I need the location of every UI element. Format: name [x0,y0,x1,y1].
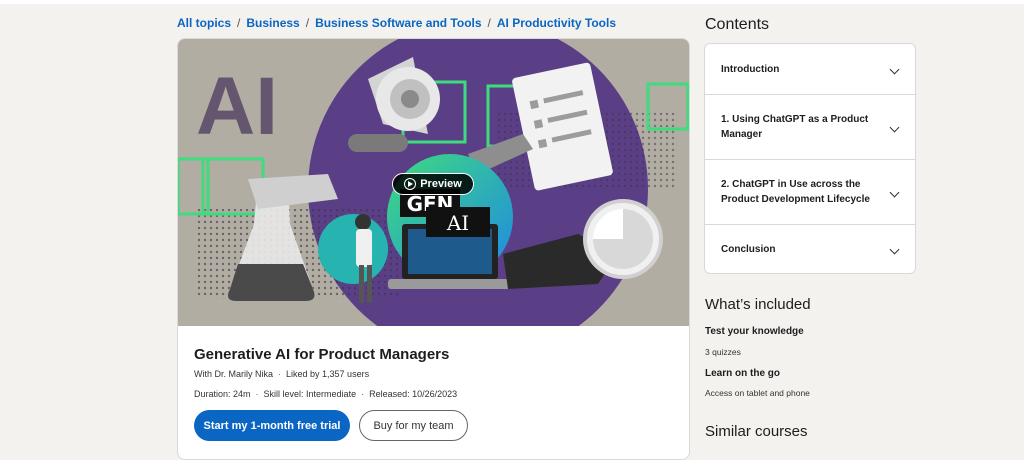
included-item-title: Test your knowledge [705,326,804,337]
included-item-sub: Access on tablet and phone [705,388,810,398]
meta-separator: · [255,389,259,399]
chevron-down-icon [889,244,900,254]
meta-separator: · [361,389,365,399]
breadcrumb-business-software[interactable]: Business Software and Tools [315,16,481,30]
top-bar [0,0,1024,4]
toc-item-chapter-2[interactable]: 2. ChatGPT in Use across the Product Dev… [705,160,915,225]
included-item-title: Learn on the go [705,368,780,379]
similar-courses-heading: Similar courses [705,423,808,440]
start-trial-button[interactable]: Start my 1-month free trial [194,410,350,441]
buy-for-team-button[interactable]: Buy for my team [359,410,468,441]
meta-separator: · [278,369,282,379]
play-icon [404,178,417,190]
course-hero-image[interactable]: AI GEN AI Preview [178,39,689,326]
preview-button[interactable]: Preview [392,173,474,195]
chevron-down-icon [889,122,900,132]
breadcrumb-ai-productivity[interactable]: AI Productivity Tools [497,16,616,30]
duration: Duration: 24m [194,389,251,399]
course-meta-instructor: With Dr. Marily Nika · Liked by 1,357 us… [194,369,369,379]
included-item-sub: 3 quizzes [705,347,741,357]
likes-count: Liked by 1,357 users [286,369,370,379]
toc-item-chapter-1[interactable]: 1. Using ChatGPT as a Product Manager [705,95,915,160]
whats-included-heading: What’s included [705,296,811,313]
preview-label: Preview [420,178,462,190]
contents-heading: Contents [705,16,770,33]
toc-item-label: 1. Using ChatGPT as a Product Manager [721,114,869,140]
instructor-link[interactable]: With Dr. Marily Nika [194,369,273,379]
toc-item-label: Introduction [721,63,780,75]
chevron-down-icon [889,187,900,197]
course-card: AI GEN AI Preview Generative AI for Prod… [177,38,690,460]
breadcrumb: All topics / Business / Business Softwar… [177,16,616,30]
breadcrumb-separator: / [237,16,241,30]
breadcrumb-separator: / [305,16,310,30]
course-meta-details: Duration: 24m · Skill level: Intermediat… [194,389,457,399]
toc-item-conclusion[interactable]: Conclusion [705,225,915,273]
skill-level: Skill level: Intermediate [263,389,357,399]
breadcrumb-business[interactable]: Business [246,16,299,30]
toc-item-introduction[interactable]: Introduction [705,44,915,95]
release-date: Released: 10/26/2023 [369,389,458,399]
hero-screen-bottom: AI [446,211,469,235]
course-title: Generative AI for Product Managers [194,346,450,363]
chevron-down-icon [889,64,900,74]
breadcrumb-separator: / [487,16,491,30]
toc-item-label: Conclusion [721,243,776,255]
toc-item-label: 2. ChatGPT in Use across the Product Dev… [721,179,870,205]
contents-list: Introduction 1. Using ChatGPT as a Produ… [704,43,916,274]
hero-big-letters: AI [196,61,278,152]
breadcrumb-all-topics[interactable]: All topics [177,16,231,30]
